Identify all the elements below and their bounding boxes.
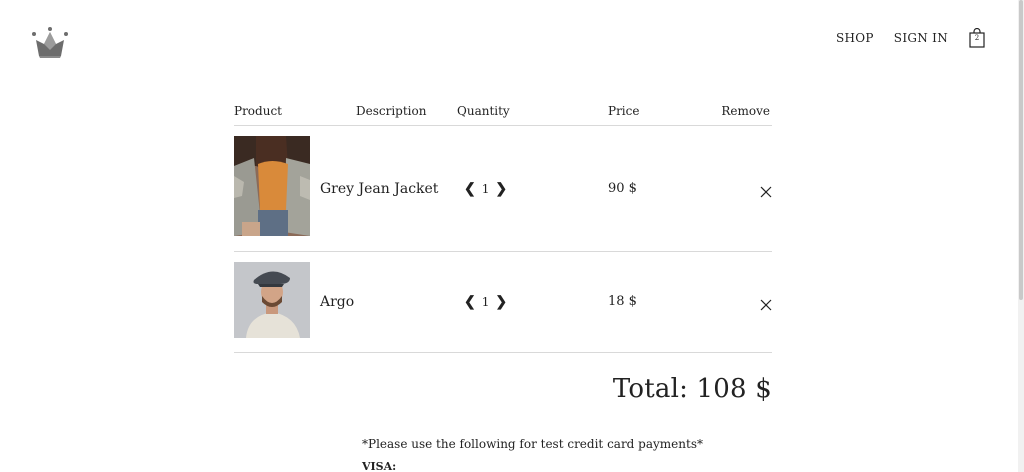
product-name: Grey Jean Jacket: [320, 181, 439, 197]
column-header-price: Price: [608, 104, 640, 118]
shopping-bag-icon[interactable]: 2: [968, 28, 986, 48]
column-header-product: Product: [234, 104, 282, 118]
column-header-remove: Remove: [721, 104, 770, 118]
test-payment-note: *Please use the following for test credi…: [362, 437, 703, 451]
cart-table: Product Description Quantity Price Remov…: [234, 100, 772, 353]
scrollbar-thumb[interactable]: [1019, 0, 1023, 300]
nav-shop-link[interactable]: SHOP: [836, 31, 874, 45]
header-nav: SHOP SIGN IN 2: [836, 28, 986, 48]
chevron-right-icon[interactable]: ❯: [495, 294, 507, 310]
product-image-jacket[interactable]: [234, 136, 310, 236]
page-scrollbar[interactable]: [1018, 0, 1024, 472]
crown-logo-icon[interactable]: [30, 26, 70, 60]
chevron-left-icon[interactable]: ❮: [464, 181, 476, 197]
visa-label: VISA:: [362, 460, 397, 472]
chevron-right-icon[interactable]: ❯: [495, 181, 507, 197]
column-header-description: Description: [356, 104, 427, 118]
column-header-quantity: Quantity: [457, 104, 510, 118]
quantity-value: 1: [481, 295, 490, 309]
cart-row: Argo ❮ 1 ❯ 18 $: [234, 252, 772, 353]
product-name: Argo: [320, 294, 355, 310]
product-price: 18 $: [608, 294, 637, 309]
nav-sign-in-link[interactable]: SIGN IN: [894, 31, 948, 45]
close-icon[interactable]: [760, 296, 772, 311]
cart-table-header: Product Description Quantity Price Remov…: [234, 100, 772, 126]
quantity-stepper: ❮ 1 ❯: [464, 294, 507, 310]
chevron-left-icon[interactable]: ❮: [464, 294, 476, 310]
cart-row: Grey Jean Jacket ❮ 1 ❯ 90 $: [234, 126, 772, 252]
cart-total: Total: 108 $: [612, 374, 772, 404]
cart-count-badge: 2: [974, 34, 980, 42]
close-icon[interactable]: [760, 183, 772, 198]
quantity-value: 1: [481, 182, 490, 196]
product-price: 90 $: [608, 181, 637, 196]
product-image-cap[interactable]: [234, 262, 310, 338]
quantity-stepper: ❮ 1 ❯: [464, 181, 507, 197]
